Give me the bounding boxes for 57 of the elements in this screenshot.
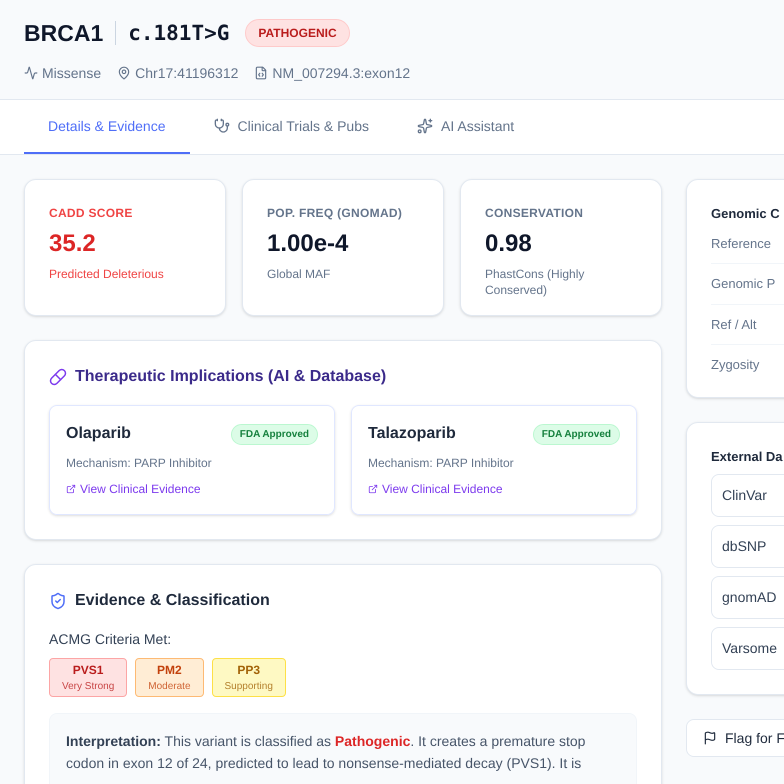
stat-note: Global MAF <box>267 266 332 282</box>
database-link[interactable]: gnomAD <box>711 576 784 619</box>
row-label: Genomic P <box>711 264 784 304</box>
external-link-icon <box>66 484 76 494</box>
criteria-strength: Supporting <box>224 680 273 694</box>
evidence-link[interactable]: View Clinical Evidence <box>368 480 620 498</box>
stat-note: Predicted Deleterious <box>49 266 165 282</box>
drug-name: Olaparib <box>66 424 131 444</box>
database-link[interactable]: Varsome <box>711 627 784 670</box>
gene-title: BRCA1 <box>24 19 104 48</box>
stat-label: CONSERVATION <box>485 205 584 222</box>
interpretation-text: Interpretation: This variant is classified as Pathogenic. It creates a premature stop codon in exon 12 of 24, predicted to lead to nonsense-mediated decay (PVS1). It is <box>66 732 586 773</box>
stat-value: 1.00e-4 <box>267 229 350 259</box>
stat-note: PhastCons (Highly Conserved) <box>485 266 586 298</box>
tab[interactable]: Clinical Trials & Pubs <box>190 100 394 154</box>
variant-meta: NM_007294.3:exon12 <box>272 64 410 83</box>
stethoscope-icon <box>214 118 230 134</box>
row-label: Zygosity <box>711 356 760 374</box>
shield-check-icon <box>49 592 67 610</box>
drug-mechanism: Mechanism: PARP Inhibitor <box>368 455 515 472</box>
criteria-code: PM2 <box>157 662 182 679</box>
classification-badge: PATHOGENIC <box>245 19 350 48</box>
row-label: Reference <box>711 224 784 264</box>
database-link[interactable]: ClinVar <box>711 474 784 517</box>
evidence-link[interactable]: View Clinical Evidence <box>66 480 318 498</box>
criteria-code: PVS1 <box>72 662 104 679</box>
pill-icon <box>49 368 67 386</box>
card-title: Evidence & Classification <box>75 591 270 611</box>
file-icon <box>254 66 268 80</box>
database-link[interactable]: dbSNP <box>711 525 784 568</box>
map-pin-icon <box>117 66 132 80</box>
drug-name: Talazoparib <box>368 424 456 444</box>
flag-icon <box>703 731 717 745</box>
variant-title: c.181T>G <box>128 20 230 46</box>
approval-badge: FDA Approved <box>532 424 620 444</box>
stat-value: 35.2 <box>49 229 97 259</box>
variant-meta: Missense <box>42 64 102 82</box>
stat-value: 0.98 <box>485 229 533 259</box>
card-title: Therapeutic Implications (AI & Database) <box>75 367 386 387</box>
tab[interactable]: Details & Evidence <box>24 100 190 154</box>
variant-meta: Chr17:41196312 <box>135 64 238 82</box>
card-title: Genomic C <box>711 205 781 223</box>
stat-label: CADD SCORE <box>49 205 134 222</box>
pulse-icon <box>24 66 38 80</box>
external-link-icon <box>368 484 378 494</box>
flag-button[interactable]: Flag for F <box>686 719 784 757</box>
criteria-code: PP3 <box>237 662 260 679</box>
tab[interactable]: AI Assistant <box>393 100 538 154</box>
drug-mechanism: Mechanism: PARP Inhibitor <box>66 455 213 472</box>
stat-label: POP. FREQ (GNOMAD) <box>267 205 404 222</box>
card-title: External Da <box>711 448 784 466</box>
criteria-strength: Moderate <box>148 680 191 694</box>
approval-badge: FDA Approved <box>230 424 318 444</box>
sparkles-icon <box>417 118 434 134</box>
criteria-label: ACMG Criteria Met: <box>49 630 172 649</box>
row-label: Ref / Alt <box>711 304 784 345</box>
criteria-strength: Very Strong <box>62 680 114 694</box>
